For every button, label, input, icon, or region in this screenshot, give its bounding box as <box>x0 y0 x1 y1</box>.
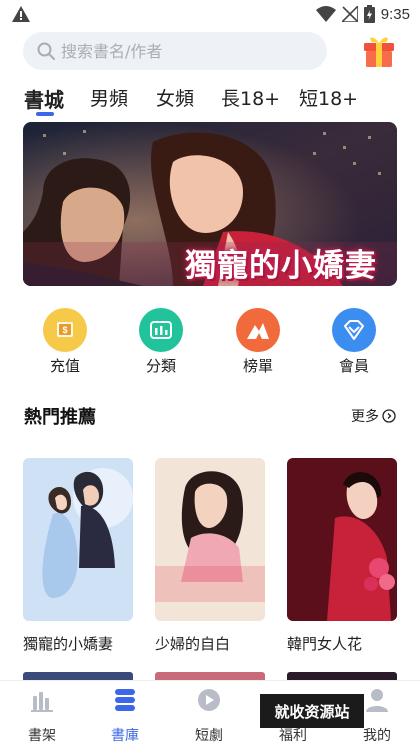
quick-category-label: 分類 <box>145 357 176 375</box>
profile-icon <box>366 689 388 712</box>
quick-recharge-label: 充值 <box>49 357 80 375</box>
nav-profile-label: 我的 <box>363 728 391 744</box>
nav-bookshelf-label: 書架 <box>28 728 56 744</box>
next-row-peek <box>287 672 397 680</box>
book-title: 少婦的自白 <box>155 635 231 653</box>
tab-male[interactable]: 男頻 <box>90 84 128 111</box>
nav-short-drama-label: 短劇 <box>195 728 223 744</box>
book-title: 獨寵的小嬌妻 <box>23 635 114 653</box>
status-time: 9:35 <box>380 5 410 23</box>
tab-long-18[interactable]: 長18+ <box>221 84 280 111</box>
banner-title: 獨寵的小嬌妻 <box>185 248 377 284</box>
book-card[interactable]: 獨寵的小嬌妻 <box>23 458 133 654</box>
svg-text:$: $ <box>62 325 67 335</box>
nav-welfare-label: 福利 <box>279 728 307 744</box>
quick-category[interactable]: 分類 <box>121 308 201 376</box>
recharge-icon: $ <box>43 308 87 352</box>
nav-library-label: 書庫 <box>111 728 139 744</box>
search-box[interactable] <box>23 32 327 70</box>
search-row <box>0 30 420 74</box>
tab-bookstore[interactable]: 書城 <box>24 84 64 113</box>
vip-icon <box>332 308 376 352</box>
status-bar: 9:35 <box>0 0 420 30</box>
nav-bookshelf[interactable]: 書架 <box>12 687 72 745</box>
gift-icon[interactable] <box>361 32 397 68</box>
quick-recharge[interactable]: $ 充值 <box>25 308 105 376</box>
nav-library[interactable]: 書庫 <box>95 687 155 745</box>
no-signal-icon <box>341 6 358 22</box>
book-card[interactable]: 韓門女人花 <box>287 458 397 654</box>
quick-ranking-label: 榜單 <box>242 357 273 375</box>
bookshelf-icon <box>31 692 53 712</box>
library-icon <box>115 689 135 711</box>
more-label: 更多 <box>351 409 379 425</box>
quick-vip[interactable]: 會員 <box>314 308 394 376</box>
quick-vip-label: 會員 <box>338 357 369 375</box>
book-cover <box>155 458 265 621</box>
quick-entries: $ 充值 分類 榜單 會員 <box>0 308 420 378</box>
next-row-peek <box>23 672 133 680</box>
next-row-peek <box>155 672 265 680</box>
tab-short-18[interactable]: 短18+ <box>299 84 358 111</box>
chevron-right-icon <box>382 409 396 423</box>
warning-icon <box>12 6 30 22</box>
nav-short-drama[interactable]: 短劇 <box>179 687 239 745</box>
category-icon <box>139 308 183 352</box>
section-title: 熱門推薦 <box>24 407 96 428</box>
book-cover <box>23 458 133 621</box>
search-icon <box>37 42 55 60</box>
book-card[interactable]: 少婦的自白 <box>155 458 265 654</box>
battery-icon <box>363 5 375 23</box>
play-icon <box>198 689 220 711</box>
search-input[interactable] <box>61 41 301 61</box>
quick-ranking[interactable]: 榜單 <box>218 308 298 376</box>
book-cover <box>287 458 397 621</box>
wifi-icon <box>315 6 336 22</box>
ranking-icon <box>236 308 280 352</box>
active-tab-indicator <box>36 112 54 116</box>
book-title: 韓門女人花 <box>287 635 363 653</box>
category-tabs: 書城 男頻 女頻 長18+ 短18+ <box>0 80 420 120</box>
tab-female[interactable]: 女頻 <box>156 84 194 111</box>
featured-banner[interactable]: 獨寵的小嬌妻 <box>23 122 397 286</box>
watermark-overlay: 就收资源站 <box>260 694 364 728</box>
more-link[interactable]: 更多 <box>351 406 396 426</box>
